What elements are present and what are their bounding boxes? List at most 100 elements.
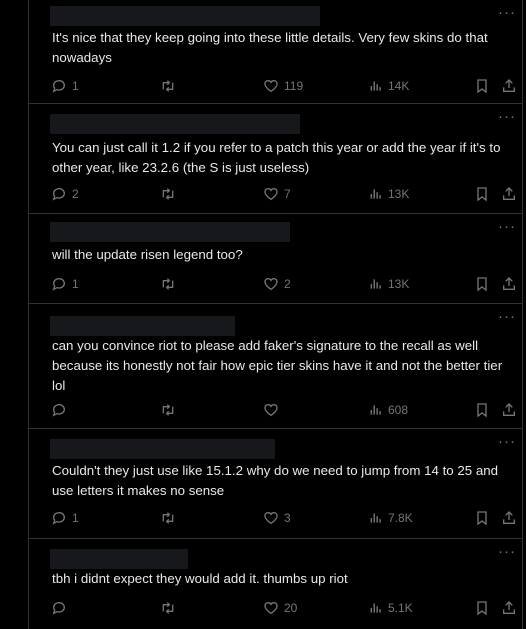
redacted-author-header [50,316,235,336]
share-button[interactable] [501,599,517,617]
like-button[interactable]: 3 [263,509,291,527]
reply-actions: 608 [51,401,521,419]
share-icon [503,403,515,416]
bookmark-button[interactable] [474,509,490,527]
retweet-button[interactable] [159,275,182,293]
like-button[interactable]: 119 [263,77,303,95]
like-button[interactable]: 20 [263,599,297,617]
heart-icon [264,602,278,615]
reply-icon [52,188,65,201]
reply-text: You can just call it 1.2 if you refer to… [52,140,501,175]
retweet-button[interactable] [159,401,182,419]
reply-actions: 2 7 13K [51,185,521,203]
bookmark-icon [477,403,487,418]
retweet-button[interactable] [159,599,182,617]
redacted-author-header [50,439,275,459]
more-icon[interactable]: ··· [498,218,516,235]
reply-actions: 20 5.1K [51,599,521,617]
views-button[interactable]: 14K [369,77,409,95]
reply-item[interactable]: ··· Couldn't they just use like 15.1.2 w… [29,429,522,537]
retweet-button[interactable] [159,77,182,95]
views-icon [370,279,381,289]
like-count: 7 [284,187,291,201]
reply-icon [52,602,65,615]
like-count: 20 [284,601,298,615]
like-button[interactable]: 2 [263,275,291,293]
reply-count: 1 [72,511,79,525]
bookmark-button[interactable] [474,599,490,617]
bookmark-button[interactable] [474,185,490,203]
views-icon [370,405,381,415]
reply-button[interactable]: 1 [51,275,79,293]
reply-count: 1 [72,277,79,291]
reply-actions: 1 119 14K [51,77,521,95]
views-icon [370,513,381,523]
view-count: 608 [388,403,409,417]
view-count: 13K [388,187,410,201]
retweet-icon [162,188,174,200]
share-icon [503,601,515,614]
retweet-icon [162,278,174,290]
view-count: 5.1K [388,601,413,615]
like-count: 2 [284,277,291,291]
reply-count: 1 [72,79,79,93]
reply-item[interactable]: ··· It's nice that they keep going into … [29,0,522,102]
share-button[interactable] [501,185,517,203]
bookmark-button[interactable] [474,401,490,419]
views-button[interactable]: 608 [369,401,408,419]
retweet-button[interactable] [159,185,182,203]
views-icon [370,603,381,613]
share-icon [503,511,515,524]
reply-item[interactable]: ··· tbh i didnt expect they would add it… [29,539,522,629]
view-count: 14K [388,79,410,93]
bookmark-button[interactable] [474,275,490,293]
bookmark-button[interactable] [474,77,490,95]
retweet-icon [162,602,174,614]
reply-text: will the update risen legend too? [52,247,243,262]
share-button[interactable] [501,401,517,419]
views-button[interactable]: 13K [369,185,409,203]
like-button[interactable] [263,401,284,419]
thread-border-right [522,0,523,629]
reply-item[interactable]: ··· can you convince riot to please add … [29,304,522,426]
reply-button[interactable] [51,599,72,617]
like-count: 3 [284,511,291,525]
reply-button[interactable]: 1 [51,509,79,527]
more-icon[interactable]: ··· [498,4,516,21]
retweet-button[interactable] [159,509,182,527]
reply-text: It's nice that they keep going into thes… [52,30,488,65]
more-icon[interactable]: ··· [498,308,516,325]
reply-item[interactable]: ··· will the update risen legend too? 1 … [29,214,522,302]
more-icon[interactable]: ··· [498,543,516,560]
reply-text: tbh i didnt expect they would add it. th… [52,571,348,586]
like-button[interactable]: 7 [263,185,291,203]
more-icon[interactable]: ··· [498,433,516,450]
reply-icon [52,512,65,525]
more-icon[interactable]: ··· [498,108,516,125]
reply-button[interactable]: 2 [51,185,79,203]
bookmark-icon [477,277,487,292]
share-button[interactable] [501,509,517,527]
view-count: 7.8K [388,511,413,525]
reply-actions: 1 3 7.8K [51,509,521,527]
bookmark-icon [477,79,487,94]
reply-item[interactable]: ··· You can just call it 1.2 if you refe… [29,104,522,212]
retweet-icon [162,80,174,92]
views-button[interactable]: 13K [369,275,409,293]
replies-feed: ··· It's nice that they keep going into … [0,0,526,629]
share-icon [503,187,515,200]
heart-icon [264,404,278,417]
reply-count: 2 [72,187,79,201]
reply-button[interactable]: 1 [51,77,79,95]
share-button[interactable] [501,77,517,95]
share-button[interactable] [501,275,517,293]
views-icon [370,81,381,91]
reply-button[interactable] [51,401,72,419]
retweet-icon [162,512,174,524]
reply-actions: 1 2 13K [51,275,521,293]
like-count: 119 [284,79,304,93]
redacted-author-header [50,549,188,569]
share-icon [503,277,515,290]
views-button[interactable]: 7.8K [369,509,413,527]
views-button[interactable]: 5.1K [369,599,413,617]
